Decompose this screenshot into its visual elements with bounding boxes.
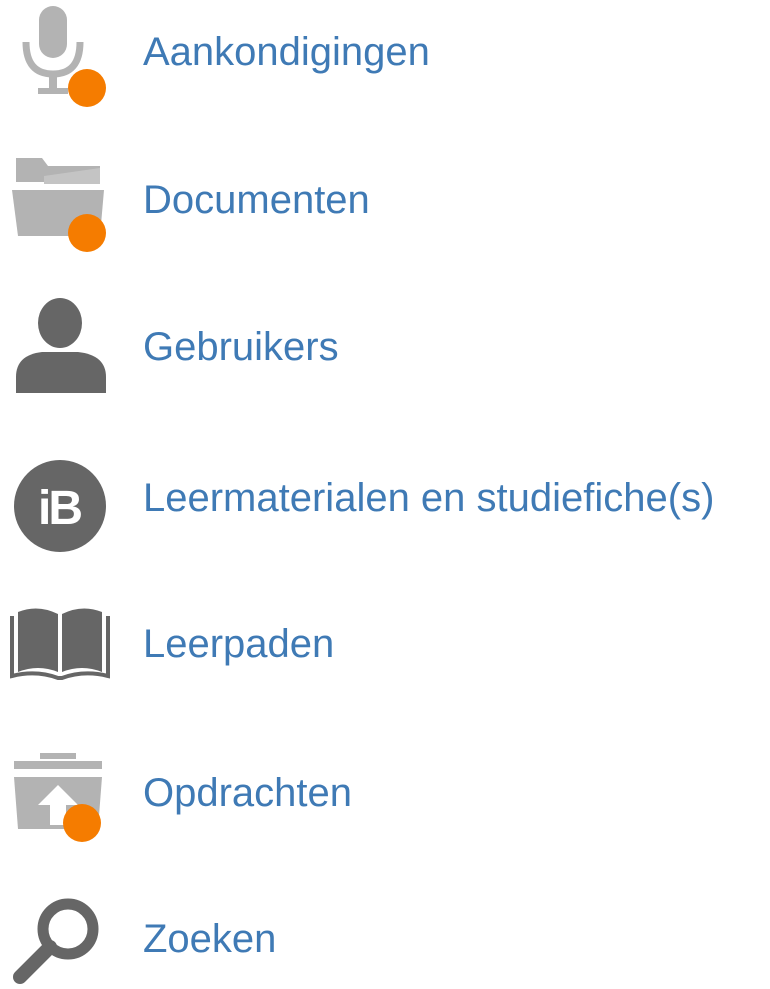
menu-item-label: Aankondigingen [143,30,430,74]
search-icon [8,889,112,989]
menu-item-zoeken[interactable]: Zoeken [0,889,770,989]
tool-menu: Aankondigingen Documenten Gebruikers iB … [0,0,770,984]
menu-item-label: Zoeken [143,917,277,961]
menu-item-label: Leerpaden [143,622,335,666]
notification-dot [8,2,112,107]
menu-item-aankondigingen[interactable]: Aankondigingen [0,2,770,107]
notification-dot [8,743,112,843]
menu-item-opdrachten[interactable]: Opdrachten [0,743,770,843]
user-icon [8,297,112,397]
menu-item-label: Opdrachten [143,771,353,815]
ib-badge-text: iB [38,482,81,535]
notification-dot [8,150,112,252]
menu-item-gebruikers[interactable]: Gebruikers [0,297,770,397]
menu-item-documenten[interactable]: Documenten [0,150,770,252]
menu-item-leermaterialen[interactable]: iB Leermaterialen en studiefiche(s) [0,448,770,552]
menu-item-label: Gebruikers [143,325,339,369]
menu-item-leerpaden[interactable]: Leerpaden [0,594,770,694]
menu-item-label: Documenten [143,178,370,222]
book-icon [8,594,112,694]
menu-item-label: Leermaterialen en studiefiche(s) [143,476,715,520]
ib-badge-icon: iB [8,448,112,552]
